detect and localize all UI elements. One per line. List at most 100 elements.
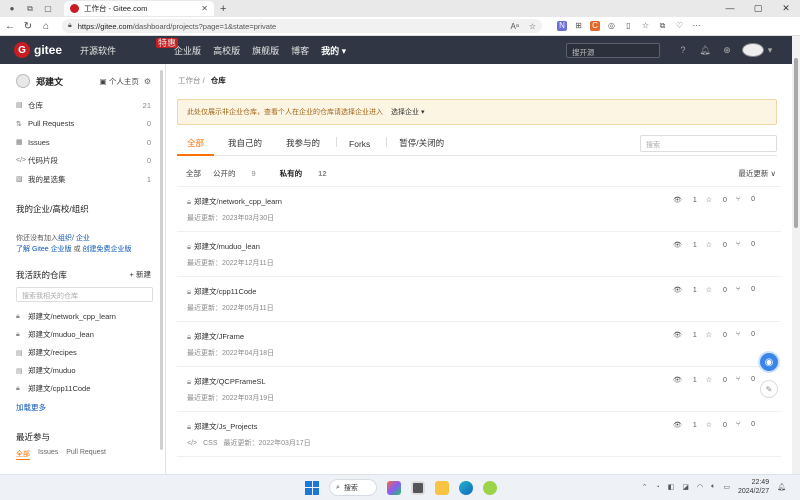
close-window-icon[interactable]: ✕ (772, 3, 800, 14)
nav-flagship[interactable]: 旗舰版 (252, 44, 279, 57)
browser-tab[interactable]: 工作台 - Gitee.com ✕ (64, 1, 214, 16)
gitee-logo[interactable]: G gitee (14, 42, 62, 58)
nav-mine[interactable]: 我的 ▾ (321, 44, 346, 57)
new-repo-button[interactable]: + 新建 (130, 269, 151, 280)
assistant-float-button[interactable]: ◉ (758, 351, 780, 373)
fork-count[interactable]: ⑂ 0 (736, 286, 755, 294)
active-repo-item[interactable]: 🔒︎ 郑建文/cpp11Code (0, 380, 165, 398)
sidebar-item-issues[interactable]: ▦ Issues 0 (16, 133, 151, 152)
chevron-down-icon[interactable]: ▾ (764, 45, 776, 56)
sidebar-item-snippets[interactable]: </> 代码片段 0 (16, 152, 151, 171)
feedback-float-button[interactable]: ✎ (760, 380, 778, 398)
repo-search-input[interactable]: 搜索我相关的仓库 (16, 286, 153, 302)
clock[interactable]: 22:49 2024/2/27 (738, 478, 769, 496)
edge-icon[interactable] (459, 480, 473, 495)
create-enterprise-link[interactable]: 创建免费企业版 (83, 246, 132, 253)
filter-public[interactable]: 公开的 9 (213, 168, 268, 179)
fork-count[interactable]: ⑂ 0 (736, 331, 755, 339)
sort-dropdown[interactable]: 最近更新 ∨ (738, 168, 776, 179)
collections-icon[interactable]: ⧉ (654, 21, 671, 31)
tab-closed[interactable]: 暂停/关闭的 (389, 137, 454, 155)
repo-name-link[interactable]: 🔒︎ 郑建文/Js_Projects (187, 421, 257, 432)
avatar[interactable] (742, 43, 764, 57)
taskbar-search[interactable]: ⌕ 搜索 (329, 479, 377, 496)
sidebar-item-stars[interactable]: ▧ 我的星选集 1 (16, 170, 151, 189)
sidebar-scrollbar[interactable] (160, 70, 163, 450)
page-scrollbar[interactable] (792, 36, 800, 474)
repo-name-link[interactable]: 🔒︎ 郑建文/muduo_lean (187, 241, 260, 252)
repo-name-link[interactable]: 🔒︎ 郑建文/cpp11Code (187, 286, 256, 297)
nav-open-source[interactable]: 开源软件特惠 (80, 37, 179, 57)
windows-start-icon[interactable] (305, 480, 319, 495)
filter-private[interactable]: 私有的 12 (280, 168, 339, 179)
maximize-icon[interactable]: ▢ (744, 3, 772, 14)
nav-blog[interactable]: 博客 (291, 44, 309, 57)
tab-mine[interactable]: 我自己的 (218, 137, 272, 155)
watch-count[interactable]: 👁︎ 1 (673, 331, 697, 339)
scrollbar-thumb[interactable] (794, 58, 798, 228)
chevron-up-icon[interactable]: ⌃ (642, 483, 648, 491)
watch-count[interactable]: 👁︎ 1 (673, 196, 697, 204)
gear-icon[interactable]: ⚙ (144, 77, 151, 86)
active-repo-item[interactable]: 🔒︎ 郑建文/network_cpp_learn (0, 308, 165, 326)
favorites-icon[interactable]: ☆ (637, 21, 654, 31)
star-count[interactable]: ☆ 0 (706, 331, 727, 339)
enterprise-link[interactable]: 企业 (76, 235, 90, 242)
watch-count[interactable]: 👁︎ 1 (673, 421, 697, 429)
star-count[interactable]: ☆ 0 (706, 376, 727, 384)
extension-icon[interactable]: ⊞ (570, 21, 587, 31)
task-view-icon[interactable] (411, 480, 425, 495)
learn-enterprise-link[interactable]: 了解 Gitee 企业版 (16, 246, 72, 253)
battery-icon[interactable]: ▭ (723, 483, 730, 491)
wifi-icon[interactable]: ◠ (697, 483, 703, 491)
tray-app-icon[interactable]: ◪ (682, 483, 689, 491)
split-screen-icon[interactable]: ▯ (620, 21, 637, 31)
favorite-star-icon[interactable]: ☆ (529, 22, 536, 31)
active-repo-item[interactable]: 🔒︎ 郑建文/muduo_lean (0, 326, 165, 344)
org-link[interactable]: 组织 (58, 235, 72, 242)
nav-education[interactable]: 高校版 (213, 44, 240, 57)
star-count[interactable]: ☆ 0 (706, 421, 727, 429)
refresh-icon[interactable]: ↻ (20, 21, 36, 32)
profile-home-link[interactable]: ▣ 个人主页 (100, 76, 139, 87)
extension-icon[interactable]: C (590, 21, 600, 31)
load-more-link[interactable]: 加载更多 (0, 398, 165, 417)
file-explorer-icon[interactable] (435, 480, 449, 495)
star-count[interactable]: ☆ 0 (706, 241, 727, 249)
tray-app-icon[interactable]: ◧ (668, 483, 675, 491)
repo-name-link[interactable]: 🔒︎ 郑建文/QCPFrameSL (187, 376, 266, 387)
header-search-input[interactable]: 搜开源 (566, 42, 660, 58)
collections-icon[interactable]: ⧉ (24, 3, 36, 15)
url-input[interactable]: 🔒︎ https://gitee.com /dashboard/projects… (62, 19, 542, 33)
fork-count[interactable]: ⑂ 0 (736, 421, 755, 429)
repo-filter-search-input[interactable]: 搜索 (640, 135, 777, 152)
repo-name-link[interactable]: 🔒︎ 郑建文/JFrame (187, 331, 244, 342)
recent-tab-all[interactable]: 全部 (16, 449, 30, 460)
more-icon[interactable]: ⋯ (688, 21, 705, 31)
app-icon[interactable] (483, 480, 497, 495)
recent-tab-pr[interactable]: Pull Request (66, 449, 106, 460)
new-tab-icon[interactable]: + (220, 3, 226, 15)
tray-app-icon[interactable]: ◔ (656, 484, 660, 491)
help-icon[interactable]: ? (672, 45, 694, 55)
active-repo-item[interactable]: ▤ 郑建文/recipes (0, 344, 165, 362)
notification-bell-icon[interactable]: 🔔︎ (777, 483, 786, 491)
extension-icon[interactable]: N (557, 21, 567, 31)
profile-icon[interactable]: ● (6, 3, 18, 15)
read-aloud-icon[interactable]: Aᵃ (511, 22, 519, 31)
tab-actions-icon[interactable]: ▢ (42, 3, 54, 15)
username[interactable]: 郑建文 (36, 75, 63, 88)
add-icon[interactable]: ⊕ (716, 45, 738, 56)
star-count[interactable]: ☆ 0 (706, 196, 727, 204)
select-enterprise-dropdown[interactable]: 选择企业 ▾ (391, 107, 424, 117)
watch-count[interactable]: 👁︎ 1 (673, 241, 697, 249)
minimize-icon[interactable]: — (716, 3, 744, 14)
volume-icon[interactable]: 🔈︎ (711, 483, 715, 491)
close-tab-icon[interactable]: ✕ (201, 4, 208, 13)
sidebar-item-repos[interactable]: ▤ 仓库 21 (16, 96, 151, 115)
fork-count[interactable]: ⑂ 0 (736, 196, 755, 204)
star-count[interactable]: ☆ 0 (706, 286, 727, 294)
filter-all[interactable]: 全部 (186, 168, 201, 179)
watch-count[interactable]: 👁︎ 1 (673, 376, 697, 384)
extension-icon[interactable]: ◎ (603, 21, 620, 31)
